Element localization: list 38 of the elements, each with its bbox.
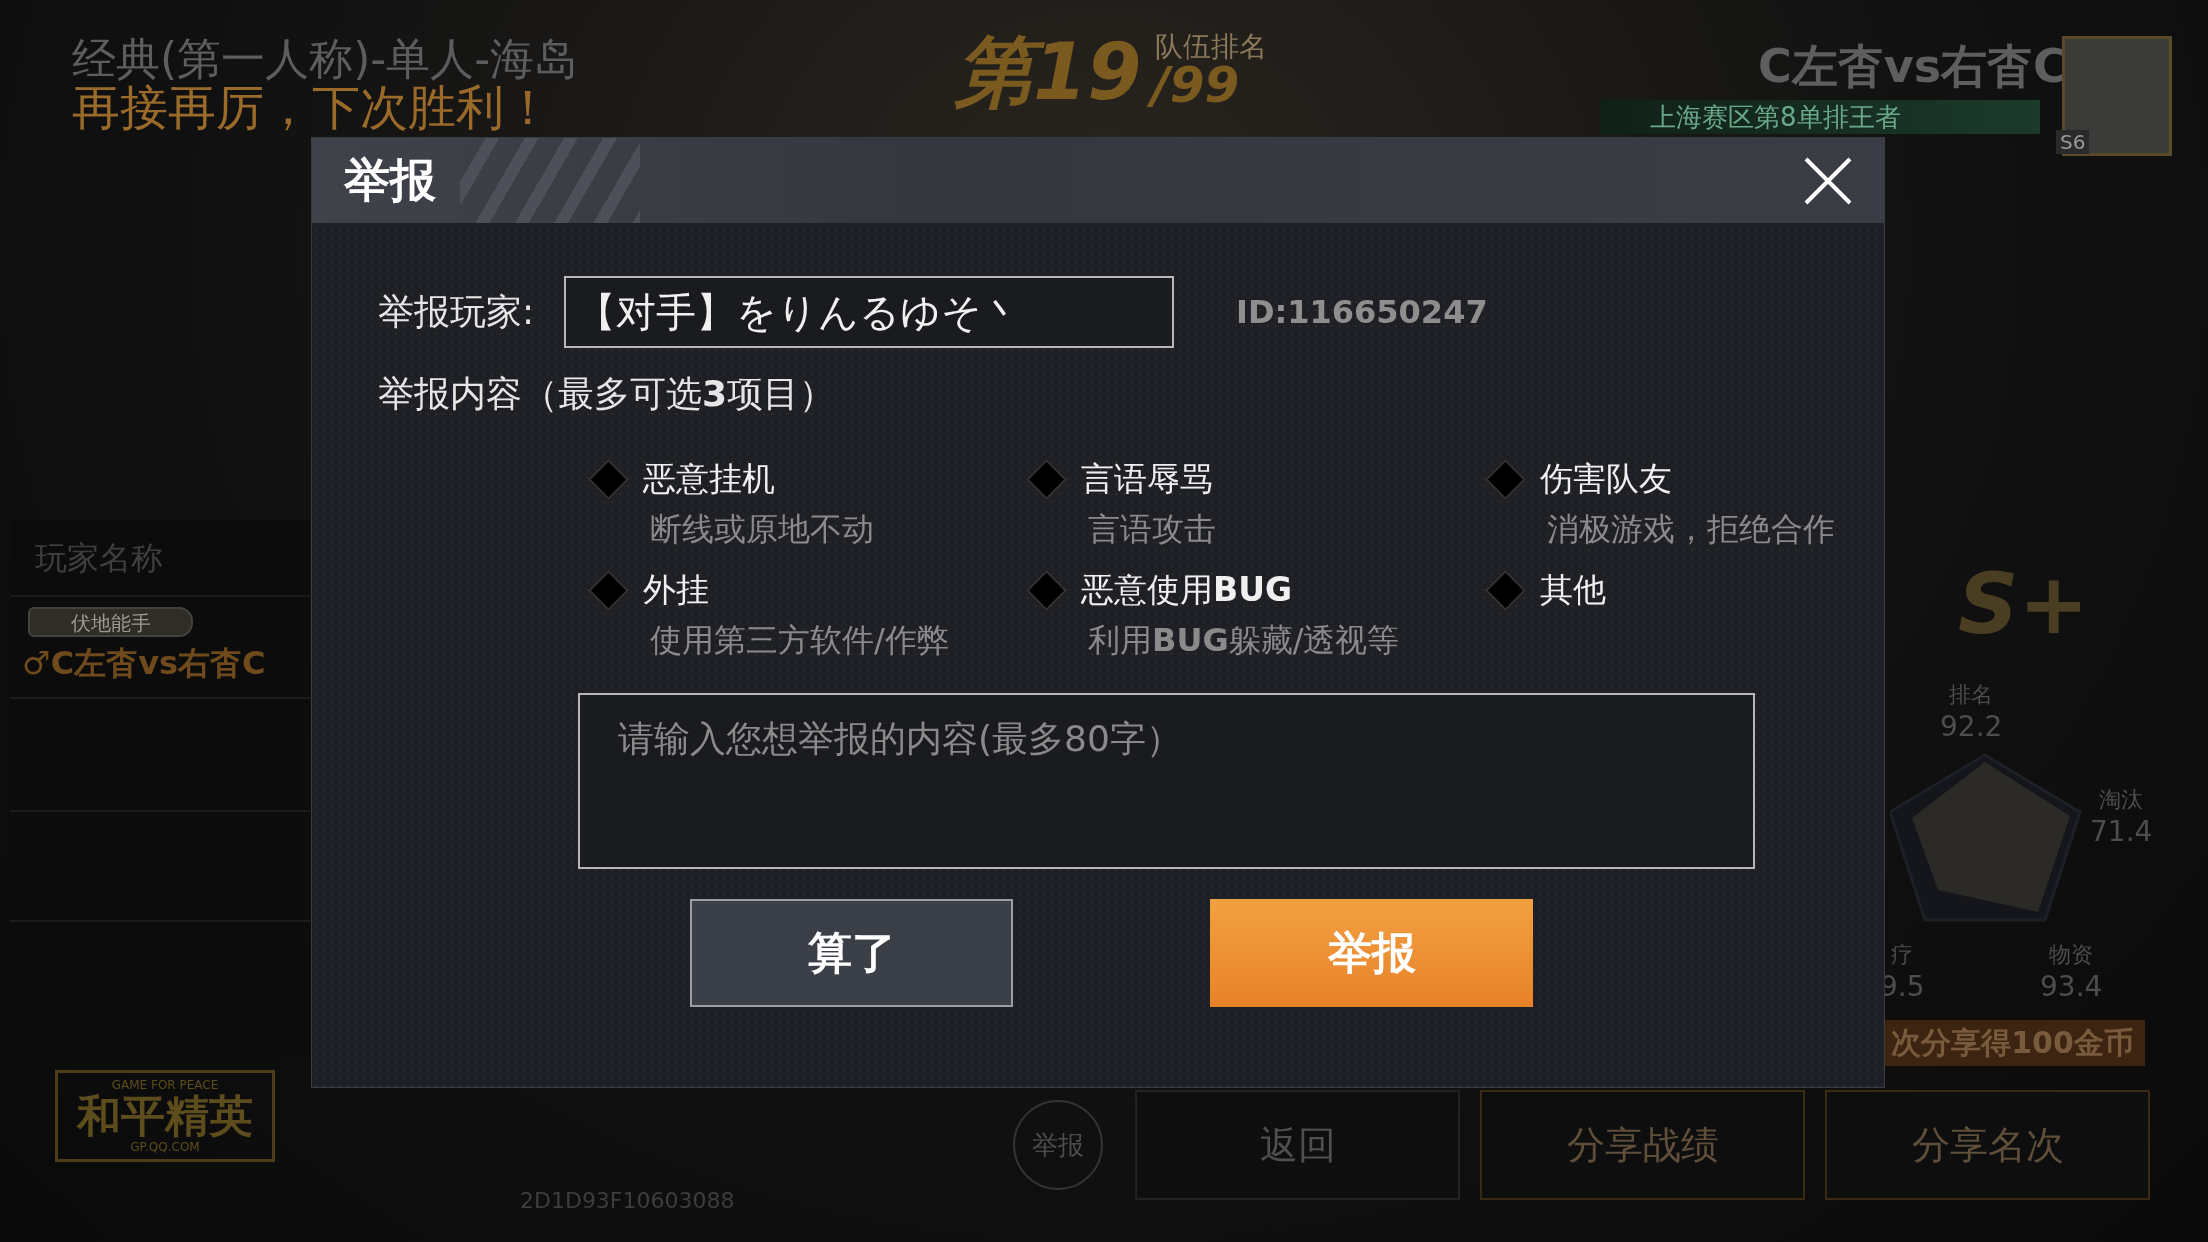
submit-button[interactable]: 举报 <box>1210 899 1533 1007</box>
report-button[interactable]: 举报 <box>1013 1100 1103 1190</box>
stat-label: 排名 <box>1948 681 1995 709</box>
rank-label: 队伍排名 <box>1155 29 1267 65</box>
dialog-title: 举报 <box>344 151 436 209</box>
option-description: 消极游戏，拒绝合作 <box>1547 509 1836 550</box>
player-title-banner: 上海赛区第8单排王者 <box>1600 100 2040 134</box>
stat-label: 物资 <box>2048 941 2095 969</box>
back-button[interactable]: 返回 <box>1135 1090 1460 1200</box>
field-label: 举报玩家: <box>378 289 536 334</box>
option-description: 言语攻击 <box>1088 509 1217 550</box>
player-tag: 伏地能手 <box>28 607 193 637</box>
option-label: 外挂 <box>643 569 709 611</box>
share-button[interactable]: 分享战绩 <box>1480 1090 1805 1200</box>
option-label: 其他 <box>1540 569 1606 611</box>
option-description: 使用第三方软件/作弊 <box>650 620 950 661</box>
player-field[interactable]: 【对手】をりんるゆそ丶 <box>564 276 1174 348</box>
option-label: 恶意使用BUG <box>1081 569 1293 611</box>
option-description: 利用BUG躲藏/透视等 <box>1088 620 1401 661</box>
stat-value: 92.2 <box>1940 710 2003 743</box>
stat-value: 93.4 <box>2040 970 2103 1003</box>
player-id: ID:116650247 <box>1236 293 1488 331</box>
comment-field[interactable]: 请输入您想举报的内容(最多80字） <box>578 693 1755 869</box>
option-label: 言语辱骂 <box>1081 458 1213 500</box>
rank-number: 第19 <box>955 26 1142 119</box>
stat-label: 疗 <box>1890 941 1915 969</box>
stat-value: 71.4 <box>2090 815 2153 848</box>
share-button[interactable]: 分享名次 <box>1825 1090 2150 1200</box>
section-label: 举报内容（最多可选3项目） <box>378 372 837 416</box>
option-label: 伤害队友 <box>1540 458 1672 500</box>
player-entry[interactable]: ♂C左杳vs右杳C <box>22 642 266 686</box>
option-label: 恶意挂机 <box>643 458 775 500</box>
game-logo: GAME FOR PEACE 和平精英 GP.QQ.COM <box>55 1070 275 1162</box>
option-description: 断线或原地不动 <box>650 509 875 550</box>
stat-label: 淘汰 <box>2098 786 2145 814</box>
cancel-button[interactable]: 算了 <box>690 899 1013 1007</box>
season-badge: S6 <box>2056 130 2090 154</box>
grade-label: S+ <box>1958 555 2089 653</box>
